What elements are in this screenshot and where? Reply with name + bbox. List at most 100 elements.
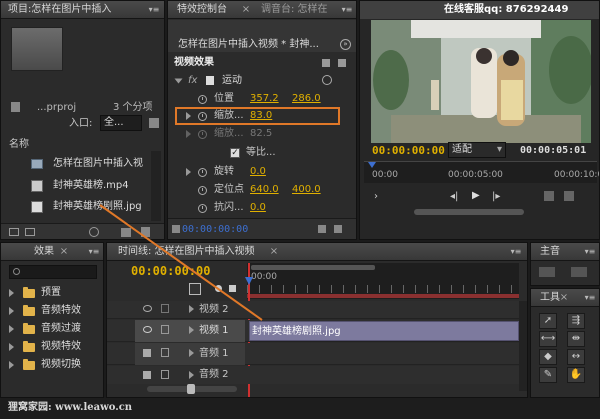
flicker-value[interactable]: 0.0 bbox=[250, 202, 266, 214]
eye-icon[interactable] bbox=[143, 326, 152, 333]
razor-tool-button[interactable]: ◆ bbox=[539, 349, 557, 365]
slip-tool-button[interactable]: ↔ bbox=[567, 349, 585, 365]
zoom-slider-handle[interactable] bbox=[187, 384, 195, 394]
scale-expand-icon[interactable] bbox=[186, 112, 191, 120]
list-item-sequence[interactable]: 怎样在图片中插入视 bbox=[5, 155, 150, 173]
stopwatch-icon[interactable] bbox=[198, 186, 207, 195]
work-area-bar[interactable] bbox=[247, 294, 519, 298]
rotation-value[interactable]: 0.0 bbox=[250, 166, 266, 178]
rolling-edit-tool-button[interactable]: ⇹ bbox=[567, 331, 585, 347]
motion-toggle-icon[interactable] bbox=[206, 76, 214, 85]
delete-icon[interactable] bbox=[141, 227, 150, 237]
tab-audio-mixer[interactable]: 调音台: 怎样在 bbox=[256, 1, 333, 19]
scale-value[interactable]: 83.0 bbox=[250, 110, 272, 122]
clip-image[interactable]: 封神英雄榜剧照.jpg bbox=[249, 321, 519, 341]
tab-master[interactable]: 主音 bbox=[535, 243, 565, 261]
play-icon[interactable]: ▶ bbox=[472, 190, 480, 201]
new-item-icon[interactable] bbox=[121, 228, 131, 237]
close-icon[interactable]: × bbox=[59, 243, 69, 261]
panel-menu-icon[interactable]: ▾≡ bbox=[509, 246, 523, 258]
timeline-scrollbar[interactable] bbox=[519, 301, 527, 391]
list-item-video-effects[interactable]: 视频特效 bbox=[1, 339, 103, 355]
lock-icon[interactable] bbox=[161, 325, 169, 334]
panel-menu-icon[interactable]: ▾≡ bbox=[583, 246, 597, 258]
lift-icon[interactable] bbox=[544, 191, 554, 201]
monitor-timecode-current[interactable]: 00:00:00:00 bbox=[372, 145, 445, 157]
speaker-icon[interactable] bbox=[143, 371, 151, 379]
list-item-audio-transitions[interactable]: 音频过渡 bbox=[1, 321, 103, 337]
stopwatch-icon[interactable] bbox=[198, 130, 207, 139]
expand-icon[interactable] bbox=[189, 371, 194, 379]
mark-in-icon[interactable]: › bbox=[374, 191, 378, 202]
expand-icon[interactable]: » bbox=[340, 39, 351, 50]
keyframe-icon[interactable] bbox=[229, 285, 236, 292]
rotation-expand-icon[interactable] bbox=[186, 168, 191, 176]
tab-project[interactable]: 项目:怎样在图片中插入 bbox=[3, 1, 116, 19]
list-item-image[interactable]: 封神英雄榜剧照.jpg bbox=[5, 198, 150, 216]
uniform-scale-checkbox[interactable]: ✓ bbox=[230, 148, 240, 158]
list-item-video-transitions[interactable]: 视频切换 bbox=[1, 357, 103, 373]
stopwatch-icon[interactable] bbox=[198, 112, 207, 121]
extract-icon[interactable] bbox=[564, 191, 574, 201]
monitor-playhead[interactable] bbox=[368, 162, 376, 168]
close-icon[interactable]: × bbox=[559, 289, 569, 307]
fit-dropdown[interactable]: 适配 ▾ bbox=[448, 142, 506, 158]
footer-icon[interactable] bbox=[172, 225, 180, 233]
list-view-icon[interactable] bbox=[9, 228, 19, 236]
panel-menu-icon[interactable]: ▾≡ bbox=[340, 4, 354, 16]
motion-expand-icon[interactable] bbox=[174, 78, 183, 84]
marker-icon[interactable] bbox=[215, 285, 222, 292]
project-scrollbar[interactable] bbox=[151, 151, 161, 221]
zoom-bar[interactable] bbox=[251, 265, 375, 270]
stopwatch-icon[interactable] bbox=[198, 204, 207, 213]
panel-menu-icon[interactable]: ▾≡ bbox=[147, 4, 161, 16]
tab-timeline[interactable]: 时间线: 怎样在图片中插入视频 bbox=[113, 243, 260, 261]
list-item-audio-effects[interactable]: 音频特效 bbox=[1, 303, 103, 319]
expand-icon[interactable] bbox=[189, 326, 194, 334]
find-icon[interactable] bbox=[89, 227, 99, 237]
close-icon[interactable]: × bbox=[241, 1, 251, 19]
stopwatch-icon[interactable] bbox=[198, 168, 207, 177]
pen-tool-button[interactable]: ✎ bbox=[539, 367, 557, 383]
lock-icon[interactable] bbox=[161, 348, 169, 357]
ripple-edit-tool-button[interactable]: ⟷ bbox=[539, 331, 557, 347]
icon-view-icon[interactable] bbox=[25, 228, 35, 236]
step-back-icon[interactable]: ◂| bbox=[450, 191, 458, 202]
entry-dropdown[interactable]: 全... bbox=[100, 115, 142, 131]
effect-timecode[interactable]: 00:00:00:00 bbox=[182, 224, 248, 236]
timeline-zoom-slider[interactable] bbox=[147, 384, 237, 394]
lock-icon[interactable] bbox=[161, 304, 169, 313]
reset-icon[interactable] bbox=[322, 75, 332, 85]
footer-loop-icon[interactable] bbox=[334, 225, 342, 233]
stopwatch-icon[interactable] bbox=[198, 95, 207, 104]
position-y-value[interactable]: 286.0 bbox=[292, 93, 321, 105]
snap-icon[interactable] bbox=[189, 283, 201, 295]
footer-play-icon[interactable] bbox=[318, 225, 326, 233]
scale-width-expand-icon[interactable] bbox=[186, 130, 191, 138]
playhead-handle[interactable] bbox=[245, 277, 253, 285]
list-item-presets[interactable]: 预置 bbox=[1, 285, 103, 301]
expand-icon[interactable] bbox=[189, 349, 194, 357]
timeline-ruler[interactable]: 00:00 bbox=[247, 263, 519, 299]
tab-effects[interactable]: 效果 bbox=[29, 243, 59, 261]
timeline-timecode[interactable]: 00:00:00:00 bbox=[131, 265, 210, 277]
selection-tool-button[interactable]: ➚ bbox=[539, 313, 557, 329]
tab-effect-controls[interactable]: 特效控制台 bbox=[172, 1, 232, 19]
panel-menu-icon[interactable]: ▾≡ bbox=[583, 292, 597, 304]
list-item-video[interactable]: 封神英雄榜.mp4 bbox=[5, 177, 150, 195]
eye-icon[interactable] bbox=[143, 305, 152, 312]
anchor-x-value[interactable]: 640.0 bbox=[250, 184, 279, 196]
step-forward-icon[interactable]: |▸ bbox=[492, 191, 500, 202]
expand-icon[interactable] bbox=[189, 305, 194, 313]
monitor-ruler[interactable]: 00:00 00:00:05:00 00:00:10:00 bbox=[364, 161, 599, 183]
lock-icon[interactable] bbox=[161, 370, 169, 379]
new-bin-icon[interactable] bbox=[149, 118, 159, 128]
speaker-icon[interactable] bbox=[143, 349, 151, 357]
jog-slider[interactable] bbox=[414, 209, 524, 215]
close-icon[interactable]: × bbox=[269, 243, 279, 261]
effects-search-input[interactable] bbox=[9, 265, 97, 279]
track-select-tool-button[interactable]: ⇶ bbox=[567, 313, 585, 329]
panel-menu-icon[interactable]: ▾≡ bbox=[87, 246, 101, 258]
hand-tool-button[interactable]: ✋ bbox=[567, 367, 585, 383]
anchor-y-value[interactable]: 400.0 bbox=[292, 184, 321, 196]
